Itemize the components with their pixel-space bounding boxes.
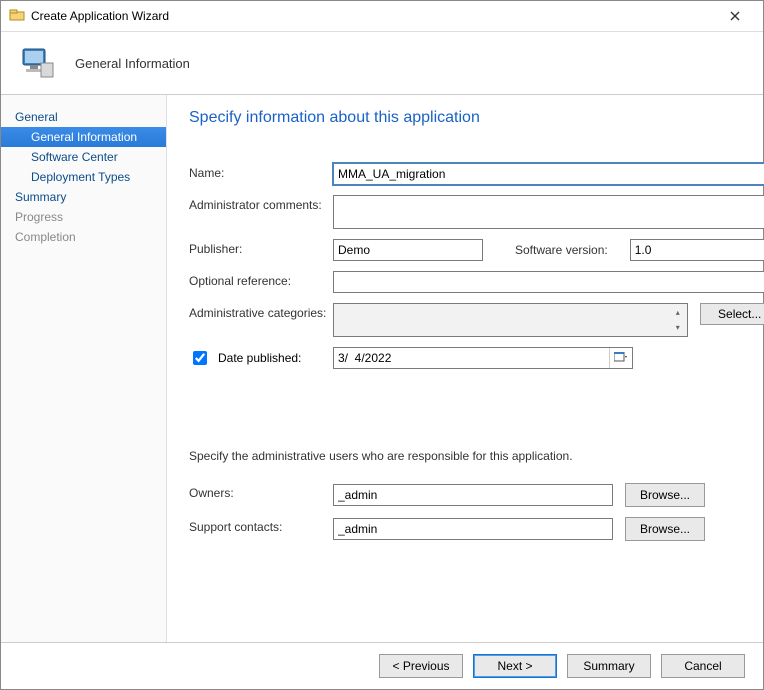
date-published-input[interactable] — [333, 347, 633, 369]
owners-input[interactable] — [333, 484, 613, 506]
wizard-body: General General Information Software Cen… — [1, 94, 763, 642]
next-button[interactable]: Next > — [473, 654, 557, 678]
app-icon — [9, 8, 25, 24]
spinner-up-icon[interactable]: ▴ — [670, 305, 686, 320]
select-categories-button[interactable]: Select... — [700, 303, 764, 325]
owners-browse-button[interactable]: Browse... — [625, 483, 705, 507]
date-published-picker[interactable] — [333, 347, 633, 369]
responsible-users-text: Specify the administrative users who are… — [189, 449, 764, 463]
banner: General Information — [1, 32, 763, 94]
nav-summary[interactable]: Summary — [1, 187, 166, 207]
publisher-input[interactable] — [333, 239, 483, 261]
admin-comments-label: Administrator comments: — [189, 195, 329, 212]
name-label: Name: — [189, 163, 329, 180]
page-heading: Specify information about this applicati… — [189, 109, 741, 127]
wizard-window: Create Application Wizard General Inform… — [0, 0, 764, 690]
date-published-checkbox[interactable] — [193, 351, 207, 365]
nav-progress[interactable]: Progress — [1, 207, 166, 227]
publisher-label: Publisher: — [189, 239, 329, 256]
wizard-icon — [17, 43, 57, 83]
support-contacts-input[interactable] — [333, 518, 613, 540]
spinner-down-icon[interactable]: ▾ — [670, 320, 686, 335]
cancel-button[interactable]: Cancel — [661, 654, 745, 678]
nav-completion[interactable]: Completion — [1, 227, 166, 247]
support-contacts-browse-button[interactable]: Browse... — [625, 517, 705, 541]
optional-reference-label: Optional reference: — [189, 271, 329, 288]
titlebar: Create Application Wizard — [1, 1, 763, 32]
window-title: Create Application Wizard — [31, 9, 715, 23]
calendar-dropdown-icon[interactable] — [609, 348, 632, 368]
form: Name: Administrator comments: ▴ ▾ Publis… — [189, 163, 741, 541]
support-contacts-label: Support contacts: — [189, 517, 329, 534]
date-published-label: Date published: — [218, 351, 301, 365]
wizard-nav: General General Information Software Cen… — [1, 95, 167, 642]
banner-title: General Information — [75, 56, 190, 71]
wizard-footer: < Previous Next > Summary Cancel — [1, 642, 763, 689]
software-version-label: Software version: — [515, 243, 608, 257]
nav-general-information[interactable]: General Information — [1, 127, 166, 147]
admin-categories-label: Administrative categories: — [189, 303, 329, 320]
summary-button[interactable]: Summary — [567, 654, 651, 678]
software-version-input[interactable] — [630, 239, 764, 261]
owners-label: Owners: — [189, 483, 329, 500]
admin-categories-box[interactable]: ▴ ▾ — [333, 303, 688, 337]
previous-button[interactable]: < Previous — [379, 654, 463, 678]
nav-deployment-types[interactable]: Deployment Types — [1, 167, 166, 187]
admin-categories-spinner[interactable]: ▴ ▾ — [670, 305, 686, 335]
optional-reference-input[interactable] — [333, 271, 764, 293]
close-button[interactable] — [715, 2, 755, 30]
nav-general[interactable]: General — [1, 107, 166, 127]
nav-software-center[interactable]: Software Center — [1, 147, 166, 167]
wizard-content: Specify information about this applicati… — [167, 95, 763, 642]
admin-comments-input[interactable]: ▴ ▾ — [333, 195, 764, 229]
name-input[interactable] — [333, 163, 764, 185]
